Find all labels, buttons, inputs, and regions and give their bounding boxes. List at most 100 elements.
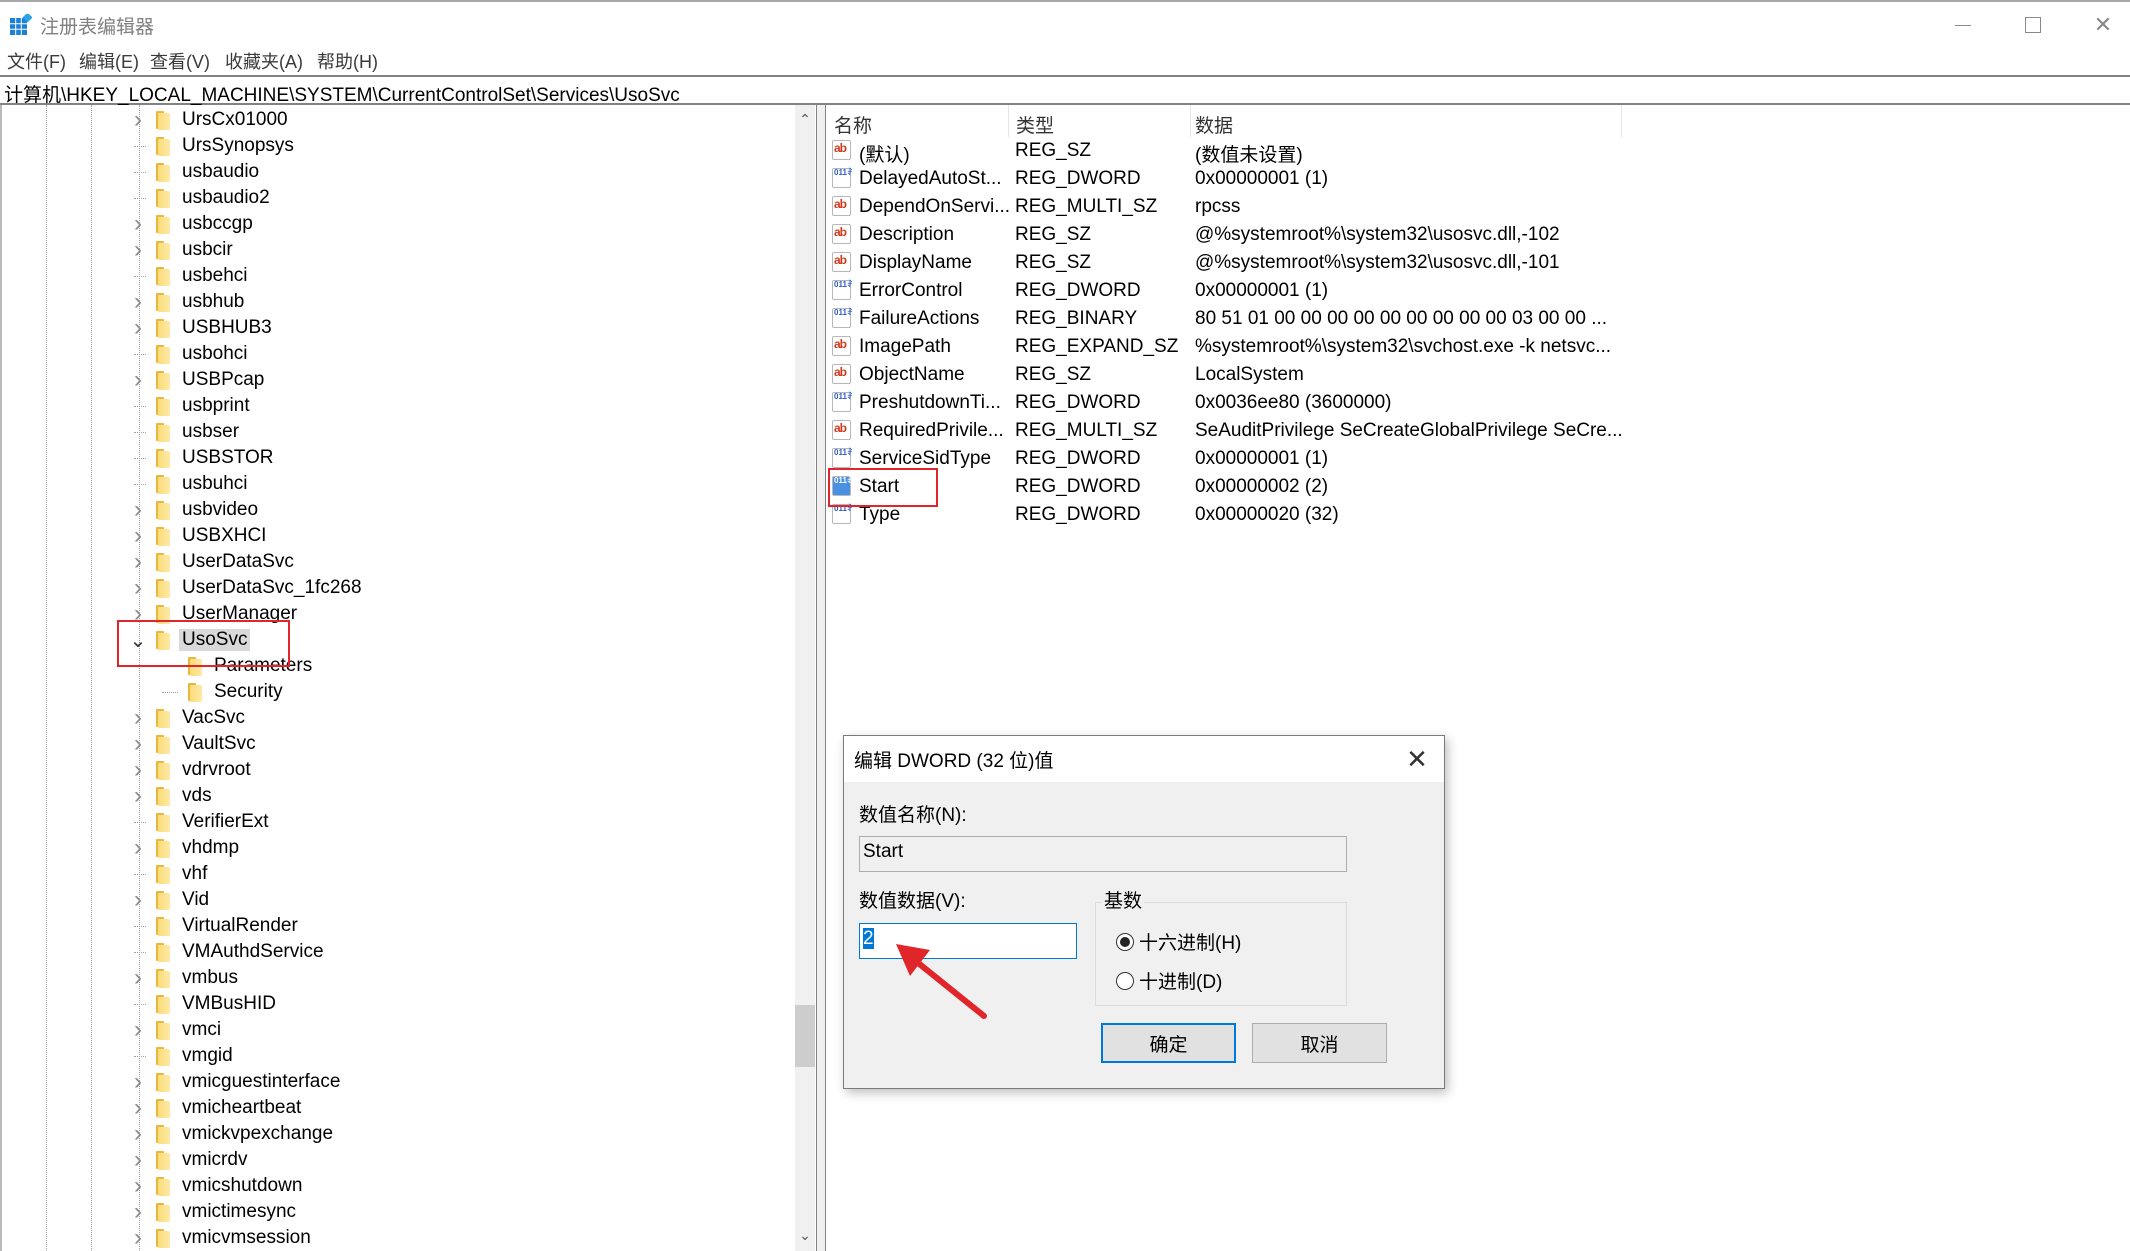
- address-bar[interactable]: 计算机\HKEY_LOCAL_MACHINE\SYSTEM\CurrentCon…: [0, 75, 2130, 107]
- tree-item[interactable]: › vhdmp: [130, 834, 239, 861]
- chevron-right-icon[interactable]: ›: [130, 1068, 146, 1095]
- tree-item[interactable]: VMAuthdService: [130, 939, 324, 965]
- chevron-right-icon[interactable]: ›: [130, 210, 146, 237]
- chevron-right-icon[interactable]: ›: [130, 1198, 146, 1225]
- maximize-button[interactable]: [1998, 2, 2068, 48]
- tree-item[interactable]: › vmicheartbeat: [130, 1094, 301, 1121]
- tree-scrollbar[interactable]: ⌃ ⌄: [795, 105, 815, 1251]
- tree-item[interactable]: › vmicguestinterface: [130, 1068, 340, 1095]
- chevron-right-icon[interactable]: ›: [130, 366, 146, 393]
- chevron-right-icon[interactable]: ›: [130, 236, 146, 263]
- tree-item[interactable]: › vmicshutdown: [130, 1172, 302, 1199]
- value-row[interactable]: DelayedAutoSt... REG_DWORD 0x00000001 (1): [826, 165, 2130, 193]
- radio-hexadecimal[interactable]: 十六进制(H): [1116, 928, 1241, 955]
- column-header-data[interactable]: 数据: [1195, 111, 1233, 138]
- menu-help[interactable]: 帮助(H): [317, 48, 378, 74]
- value-row[interactable]: ObjectName REG_SZ LocalSystem: [826, 361, 2130, 389]
- tree-item[interactable]: usbohci: [130, 341, 248, 367]
- chevron-right-icon[interactable]: ›: [130, 1146, 146, 1173]
- column-separator[interactable]: [1621, 105, 1622, 137]
- column-header-name[interactable]: 名称: [834, 111, 872, 138]
- tree-item[interactable]: VMBusHID: [130, 991, 276, 1017]
- tree-item[interactable]: usbser: [130, 419, 239, 445]
- chevron-right-icon[interactable]: ›: [130, 756, 146, 783]
- tree-item[interactable]: › VacSvc: [130, 704, 245, 731]
- value-row[interactable]: PreshutdownTi... REG_DWORD 0x0036ee80 (360…: [826, 389, 2130, 417]
- chevron-right-icon[interactable]: ›: [130, 288, 146, 315]
- tree-item[interactable]: › usbvideo: [130, 496, 258, 523]
- tree-item[interactable]: › UserDataSvc: [130, 548, 294, 575]
- column-separator[interactable]: [1008, 105, 1009, 137]
- chevron-right-icon[interactable]: ›: [130, 886, 146, 913]
- chevron-right-icon[interactable]: ›: [130, 1172, 146, 1199]
- scroll-down-icon[interactable]: ⌄: [795, 1227, 815, 1243]
- cancel-button[interactable]: 取消: [1252, 1023, 1387, 1063]
- tree-item[interactable]: UrsSynopsys: [130, 133, 294, 159]
- radio-decimal[interactable]: 十进制(D): [1116, 967, 1222, 994]
- tree-item[interactable]: › usbccgp: [130, 210, 253, 237]
- tree-item[interactable]: usbprint: [130, 393, 250, 419]
- value-row[interactable]: StartREG_DWORD0x00000002 (2): [826, 473, 2130, 501]
- chevron-right-icon[interactable]: ›: [130, 1120, 146, 1147]
- tree-item[interactable]: › vmci: [130, 1016, 221, 1043]
- tree-item[interactable]: VirtualRender: [130, 913, 298, 939]
- tree-item[interactable]: Security: [162, 679, 283, 705]
- address-path[interactable]: 计算机\HKEY_LOCAL_MACHINE\SYSTEM\CurrentCon…: [4, 80, 680, 107]
- value-row[interactable]: ImagePath REG_EXPAND_SZ %systemroot%\syste…: [826, 333, 2130, 361]
- tree-item[interactable]: usbaudio2: [130, 185, 270, 211]
- tree-item[interactable]: › vmickvpexchange: [130, 1120, 333, 1147]
- tree-item[interactable]: › vmictimesync: [130, 1198, 296, 1225]
- menu-favorites[interactable]: 收藏夹(A): [225, 48, 303, 74]
- column-separator[interactable]: [1190, 105, 1191, 137]
- chevron-right-icon[interactable]: ›: [130, 574, 146, 601]
- tree-item[interactable]: › USBPcap: [130, 366, 264, 393]
- tree-item[interactable]: › vmicvmsession: [130, 1224, 311, 1251]
- tree-item[interactable]: › UserDataSvc_1fc268: [130, 574, 362, 601]
- value-row[interactable]: Type REG_DWORD 0x00000020 (32): [826, 501, 2130, 529]
- tree-item[interactable]: › usbhub: [130, 288, 244, 315]
- tree-item[interactable]: › vdrvroot: [130, 756, 251, 783]
- tree-item[interactable]: vhf: [130, 861, 207, 887]
- minimize-button[interactable]: [1928, 2, 1998, 48]
- chevron-right-icon[interactable]: ›: [130, 522, 146, 549]
- tree-item[interactable]: › vmbus: [130, 964, 238, 991]
- ok-button[interactable]: 确定: [1101, 1023, 1236, 1063]
- tree-item[interactable]: vmgid: [130, 1043, 233, 1069]
- chevron-right-icon[interactable]: ›: [130, 106, 146, 133]
- scroll-up-icon[interactable]: ⌃: [795, 111, 815, 127]
- chevron-right-icon[interactable]: ›: [130, 1016, 146, 1043]
- menu-file[interactable]: 文件(F): [7, 48, 66, 74]
- tree-item[interactable]: › USBXHCI: [130, 522, 266, 549]
- value-name-field[interactable]: Start: [859, 836, 1347, 872]
- tree-item[interactable]: › usbcir: [130, 236, 233, 263]
- tree-item[interactable]: › VaultSvc: [130, 730, 256, 757]
- value-row[interactable]: (默认) REG_SZ (数值未设置): [826, 137, 2130, 166]
- chevron-right-icon[interactable]: ›: [130, 964, 146, 991]
- chevron-right-icon[interactable]: ›: [130, 704, 146, 731]
- tree-item[interactable]: usbaudio: [130, 159, 259, 185]
- tree-item[interactable]: VerifierExt: [130, 809, 269, 835]
- menu-view[interactable]: 查看(V): [150, 48, 210, 74]
- dialog-close-button[interactable]: ✕: [1400, 742, 1434, 776]
- tree-item[interactable]: › UrsCx01000: [130, 106, 288, 133]
- tree-item[interactable]: › USBHUB3: [130, 314, 272, 341]
- menu-edit[interactable]: 编辑(E): [79, 48, 139, 74]
- column-header-type[interactable]: 类型: [1016, 111, 1054, 138]
- chevron-right-icon[interactable]: ›: [130, 1224, 146, 1251]
- tree-item[interactable]: › vmicrdv: [130, 1146, 247, 1173]
- value-row[interactable]: Description REG_SZ @%systemroot%\system32\…: [826, 221, 2130, 249]
- tree-item[interactable]: usbuhci: [130, 471, 248, 497]
- tree-item[interactable]: › vds: [130, 782, 212, 809]
- value-row[interactable]: FailureActions REG_BINARY 80 51 01 00 00 0…: [826, 305, 2130, 333]
- scroll-thumb[interactable]: [795, 1005, 815, 1067]
- value-row[interactable]: ServiceSidType REG_DWORD 0x00000001 (1): [826, 445, 2130, 473]
- chevron-right-icon[interactable]: ›: [130, 730, 146, 757]
- chevron-right-icon[interactable]: ›: [130, 834, 146, 861]
- chevron-right-icon[interactable]: ›: [130, 314, 146, 341]
- value-row[interactable]: RequiredPrivile... REG_MULTI_SZ SeAuditPri…: [826, 417, 2130, 445]
- tree-item[interactable]: USBSTOR: [130, 445, 274, 471]
- close-button[interactable]: ✕: [2068, 2, 2130, 48]
- chevron-right-icon[interactable]: ›: [130, 782, 146, 809]
- chevron-right-icon[interactable]: ›: [130, 1094, 146, 1121]
- tree-item[interactable]: usbehci: [130, 263, 248, 289]
